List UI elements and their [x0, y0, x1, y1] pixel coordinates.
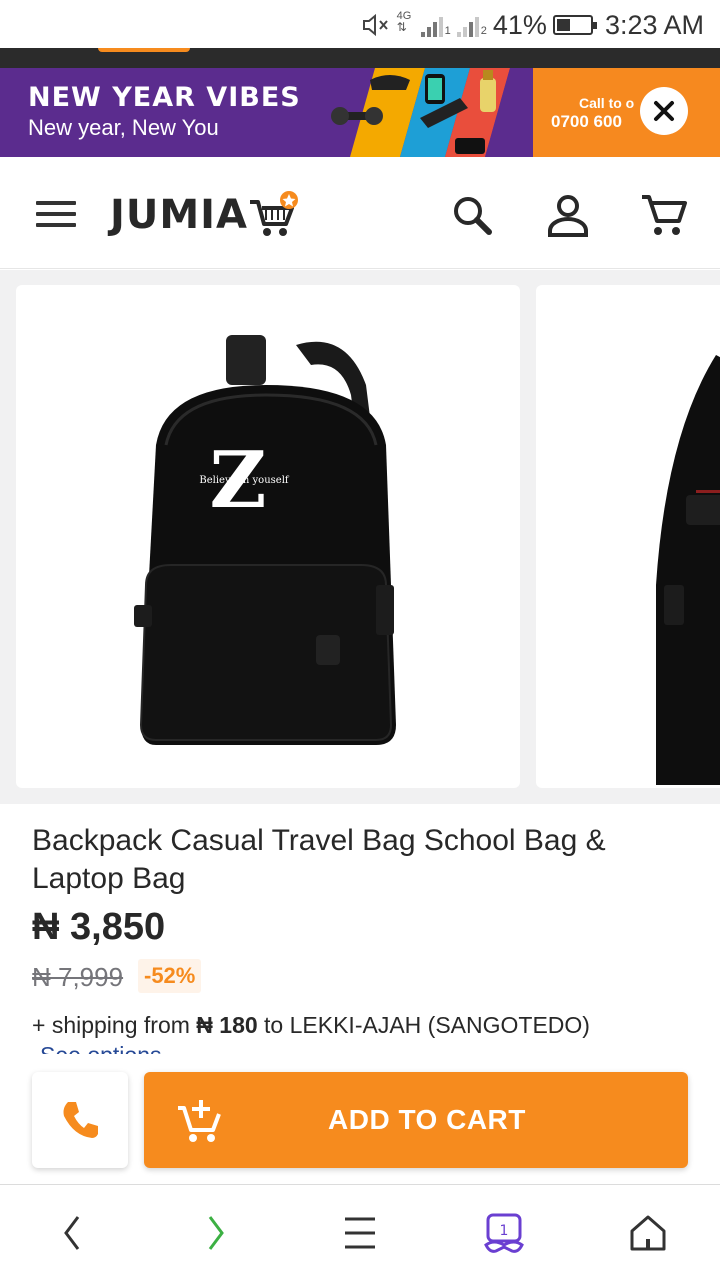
shipping-location: to LEKKI-AJAH (SANGOTEDO)	[264, 1012, 590, 1038]
sim2-label: 2	[480, 25, 487, 37]
shipping-info: + shipping from ₦ 180 to LEKKI-AJAH (SAN…	[32, 1012, 590, 1039]
back-icon[interactable]	[48, 1209, 96, 1257]
backpack-image: Z Believe in youself	[134, 335, 396, 745]
battery-fill	[556, 19, 571, 31]
home-icon[interactable]	[624, 1209, 672, 1257]
add-to-cart-button[interactable]: ADD TO CART	[144, 1072, 688, 1168]
product-old-price: ₦ 7,999	[32, 962, 124, 992]
forward-icon[interactable]	[192, 1209, 240, 1257]
shipping-amount: ₦ 180	[196, 1012, 258, 1038]
close-glyph	[654, 101, 674, 121]
add-to-cart-icon	[178, 1100, 221, 1142]
banner-cta-line1: Call to o	[579, 95, 635, 111]
menu-icon[interactable]	[36, 201, 76, 227]
action-bar: ADD TO CART	[0, 1054, 720, 1184]
discount-badge: -52%	[138, 959, 202, 993]
top-strip	[0, 48, 720, 68]
promo-banner[interactable]: NEW YEAR VIBES New year, New You Call to…	[0, 68, 720, 157]
clock: 3:23 AM	[604, 9, 704, 40]
jumia-logo[interactable]: JUMIA	[110, 190, 299, 240]
tab-count: 1	[500, 1223, 509, 1239]
network-type-icon: 4G ⇅	[397, 11, 415, 39]
browser-bottom-nav: 1	[0, 1184, 720, 1280]
product-image-main[interactable]: Z Believe in youself	[16, 285, 520, 788]
battery-percent: 41%	[492, 9, 547, 40]
sim1-label: 1	[444, 25, 451, 37]
status-icons: 4G ⇅ 1 2 41% 3:23 AM	[361, 8, 704, 42]
logo-cart-icon	[250, 191, 299, 236]
search-icon[interactable]	[448, 191, 496, 239]
add-to-cart-label: ADD TO CART	[328, 1104, 526, 1135]
close-icon[interactable]	[640, 87, 688, 135]
banner-products-image	[331, 68, 535, 157]
top-strip-tab	[98, 48, 190, 52]
backpack-image-alt	[656, 355, 720, 785]
banner-subtitle: New year, New You	[28, 115, 219, 140]
cart-icon[interactable]	[640, 191, 688, 239]
call-button[interactable]	[32, 1072, 128, 1168]
product-title: Backpack Casual Travel Bag School Bag & …	[32, 824, 606, 895]
site-header: JUMIA	[0, 157, 720, 269]
mute-icon	[362, 13, 388, 37]
status-bar: 4G ⇅ 1 2 41% 3:23 AM	[0, 0, 720, 48]
account-icon[interactable]	[544, 191, 592, 239]
signal-sim1-icon: 1	[420, 13, 451, 37]
phone-icon	[63, 1102, 98, 1138]
battery-icon	[552, 15, 597, 35]
product-info: Backpack Casual Travel Bag School Bag & …	[0, 804, 720, 1054]
tabs-icon[interactable]: 1	[480, 1209, 528, 1257]
banner-call-to-order[interactable]: Call to o 0700 6000	[533, 68, 720, 157]
see-options-link[interactable]: See options	[40, 1042, 161, 1054]
product-price: ₦ 3,850	[32, 906, 166, 948]
menu-icon[interactable]	[336, 1209, 384, 1257]
banner-title: NEW YEAR VIBES	[28, 82, 301, 113]
shipping-prefix: + shipping from	[32, 1012, 190, 1038]
banner-cta-phone: 0700 600	[551, 112, 622, 131]
product-image-next[interactable]	[536, 285, 720, 788]
backpack-logo-tagline: Believe in youself	[199, 475, 290, 486]
signal-sim2-icon: 2	[456, 13, 487, 37]
logo-text: JUMIA	[110, 192, 249, 238]
product-gallery[interactable]: Z Believe in youself	[0, 270, 720, 804]
